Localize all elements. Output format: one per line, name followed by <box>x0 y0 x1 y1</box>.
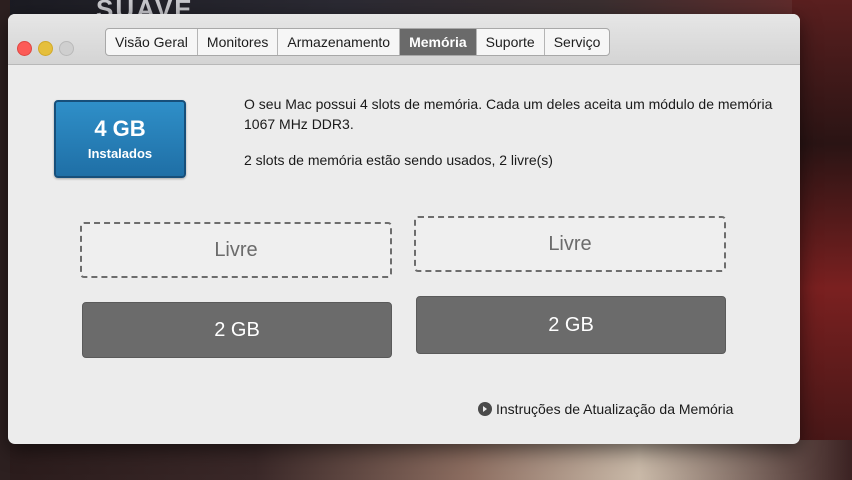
zoom-button[interactable] <box>59 41 74 56</box>
tab-visao-geral[interactable]: Visão Geral <box>106 29 198 55</box>
minimize-button[interactable] <box>38 41 53 56</box>
tab-servico[interactable]: Serviço <box>545 29 610 55</box>
memory-upgrade-link[interactable]: Instruções de Atualização da Memória <box>478 401 733 417</box>
slots-info-text: O seu Mac possui 4 slots de memória. Cad… <box>244 96 773 132</box>
memory-slot-3: 2 GB <box>82 302 392 358</box>
tab-bar: Visão Geral Monitores Armazenamento Memó… <box>105 28 611 56</box>
tab-armazenamento[interactable]: Armazenamento <box>278 29 401 55</box>
background-photo-right <box>792 0 852 480</box>
memory-slot-2: Livre <box>414 216 726 272</box>
close-button[interactable] <box>17 41 32 56</box>
memory-upgrade-label[interactable]: Instruções de Atualização da Memória <box>496 401 733 417</box>
memory-slot-1: Livre <box>80 222 392 278</box>
memory-total-badge: 4 GB Instalados <box>54 100 186 178</box>
slots-usage-text: 2 slots de memória estão sendo usados, 2… <box>244 152 553 168</box>
titlebar: Visão Geral Monitores Armazenamento Memó… <box>8 14 800 65</box>
arrow-circle-icon <box>478 402 492 416</box>
memory-slot-4: 2 GB <box>416 296 726 354</box>
background-photo-bottom <box>0 440 852 480</box>
tab-suporte[interactable]: Suporte <box>477 29 545 55</box>
tab-memoria[interactable]: Memória <box>400 29 477 55</box>
tab-monitores[interactable]: Monitores <box>198 29 279 55</box>
memory-description: O seu Mac possui 4 slots de memória. Cad… <box>244 94 784 170</box>
installed-label: Instalados <box>87 146 153 161</box>
memory-total: 4 GB <box>94 116 146 141</box>
about-this-mac-window: Visão Geral Monitores Armazenamento Memó… <box>8 14 800 444</box>
